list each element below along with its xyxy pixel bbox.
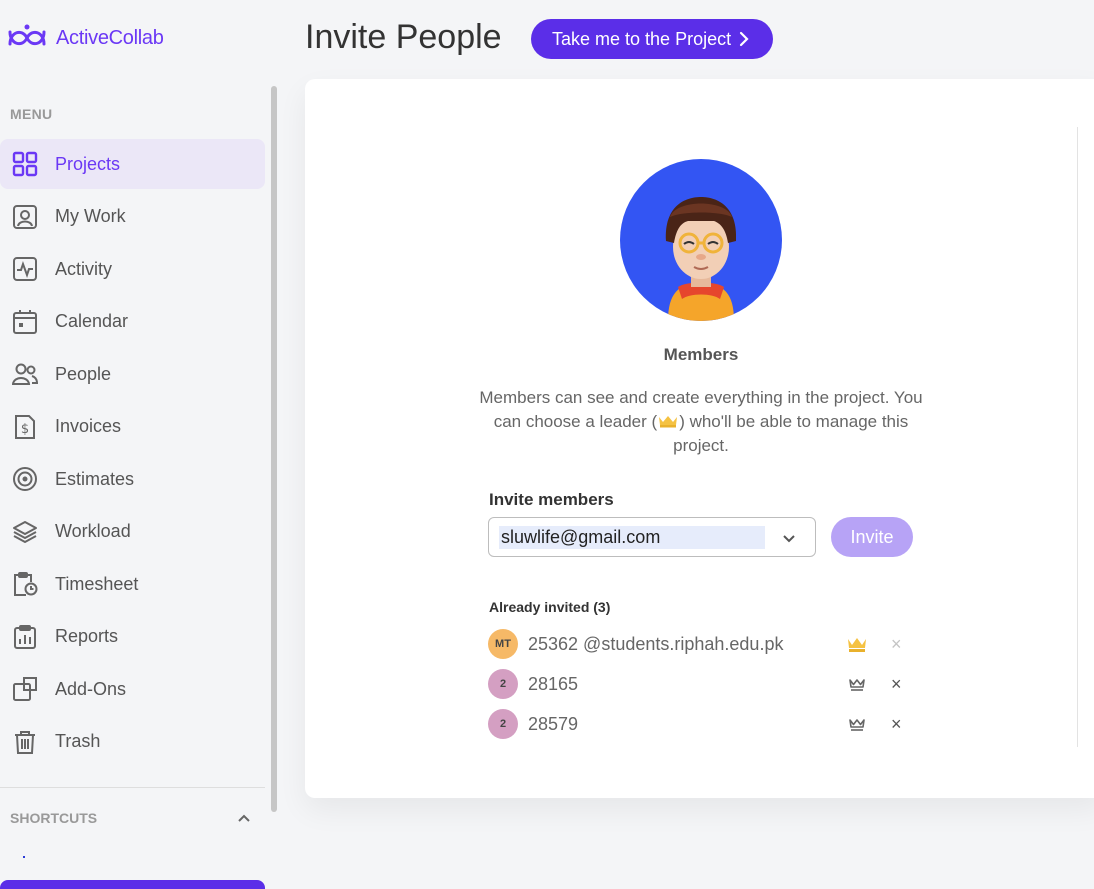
brand-name: ActiveCollab (56, 26, 164, 49)
sidebar-item-label: People (55, 363, 112, 384)
sidebar-scrollbar[interactable] (271, 86, 277, 812)
sidebar-item-timesheet[interactable]: Timesheet (0, 559, 265, 609)
sidebar-item-workload[interactable]: Workload (0, 507, 265, 557)
sidebar-item-label: Timesheet (55, 573, 139, 594)
sidebar-item-label: Projects (55, 153, 121, 174)
sidebar-item-label: Calendar (55, 311, 129, 331)
invite-members-label: Invite members (489, 490, 614, 509)
chevron-up-icon[interactable] (236, 810, 252, 826)
reports-icon (11, 623, 39, 651)
crown-outline-icon[interactable] (846, 675, 868, 693)
user-badge-icon (11, 203, 39, 231)
sidebar-item-people[interactable]: People (0, 349, 265, 399)
sidebar-item-label: Workload (55, 521, 131, 541)
invited-row: 2 28579 × (488, 709, 908, 741)
grid-icon (11, 150, 39, 178)
invited-name: 28165 (528, 674, 579, 694)
avatar: 2 (488, 669, 518, 699)
sidebar-item-label: Activity (55, 258, 113, 279)
role-title: Members (663, 345, 739, 364)
target-icon (11, 465, 39, 493)
invited-row: 2 28165 × (488, 669, 908, 701)
invited-row: MT 25362 @students.riphah.edu.pk × (488, 629, 908, 661)
sidebar-item-label: Reports (55, 626, 119, 646)
already-invited-heading: Already invited (3) (489, 599, 610, 615)
card-divider (1077, 127, 1078, 747)
sidebar: ActiveCollab MENU Projects My Work Activ… (0, 0, 285, 889)
take-me-to-project-button[interactable]: Take me to the Project (531, 19, 773, 59)
svg-text:$: $ (21, 422, 29, 437)
invite-email-value[interactable]: sluwlife@gmail.com (499, 526, 765, 549)
shortcut-item[interactable] (23, 856, 25, 858)
sidebar-item-label: Estimates (55, 468, 135, 489)
close-icon[interactable]: × (891, 675, 905, 693)
chevron-right-icon (739, 31, 749, 47)
sidebar-item-estimates[interactable]: Estimates (0, 454, 265, 504)
calendar-icon (11, 308, 39, 336)
page-title: Invite People (305, 18, 502, 56)
sidebar-item-label: Trash (55, 731, 101, 751)
sidebar-item-calendar[interactable]: Calendar (0, 297, 265, 347)
invited-name: 28579 (528, 714, 579, 734)
chevron-down-icon[interactable] (781, 530, 797, 546)
invite-email-field[interactable]: sluwlife@gmail.com (488, 517, 816, 557)
sidebar-divider (0, 787, 265, 788)
sidebar-item-label: Invoices (55, 416, 122, 436)
sidebar-item-reports[interactable]: Reports (0, 612, 265, 662)
avatar: 2 (488, 709, 518, 739)
sidebar-item-label: Add-Ons (55, 678, 127, 699)
avatar: MT (488, 629, 518, 659)
sidebar-item-label: My Work (55, 206, 126, 226)
project-button-label: Take me to the Project (552, 28, 732, 49)
shortcuts-section-label: SHORTCUTS (10, 810, 98, 826)
invoice-icon: $ (11, 413, 39, 441)
crown-icon (659, 416, 678, 428)
sidebar-bottom-button[interactable] (0, 880, 265, 889)
sidebar-item-trash[interactable]: Trash (0, 717, 265, 767)
timesheet-icon (11, 570, 39, 598)
people-icon (11, 360, 39, 388)
sidebar-nav: Projects My Work Activity Calendar Peopl… (0, 139, 265, 769)
already-invited-label: Already invited (489, 599, 590, 615)
activecollab-logo[interactable]: ActiveCollab (6, 22, 164, 54)
addons-icon (11, 675, 39, 703)
sidebar-item-activity[interactable]: Activity (0, 244, 265, 294)
invite-button[interactable]: Invite (831, 517, 913, 557)
sidebar-item-projects[interactable]: Projects (0, 139, 265, 189)
invited-name: 25362 @students.riphah.edu.pk (528, 634, 784, 654)
invite-card: Members Members can see and create every… (305, 79, 1094, 798)
members-illustration (620, 159, 782, 321)
activity-icon (11, 255, 39, 283)
logo-icon (8, 24, 46, 46)
layers-icon (11, 518, 39, 546)
menu-section-label: MENU (10, 106, 53, 122)
crown-outline-icon[interactable] (846, 715, 868, 733)
close-icon[interactable]: × (891, 635, 905, 653)
sidebar-item-my-work[interactable]: My Work (0, 192, 265, 242)
description-text-end: ) who'll be able to manage this project. (673, 412, 909, 455)
crown-icon[interactable] (846, 635, 868, 653)
close-icon[interactable]: × (891, 715, 905, 733)
role-description: Members can see and create everything in… (475, 386, 927, 458)
trash-icon (11, 728, 39, 756)
sidebar-item-invoices[interactable]: $ Invoices (0, 402, 265, 452)
already-invited-count: (3) (593, 599, 611, 615)
sidebar-item-add-ons[interactable]: Add-Ons (0, 664, 265, 714)
